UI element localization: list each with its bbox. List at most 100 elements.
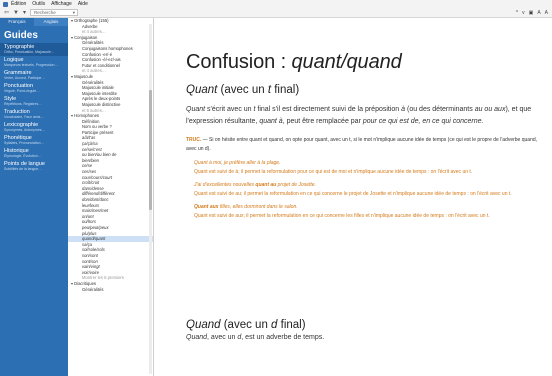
sidebar-guide-item[interactable]: Lexicographie Synonymes, Antonymes… — [0, 121, 68, 134]
tree-label: Conjugaisons homophones — [82, 45, 133, 51]
dropdown-chevron-icon[interactable]: ▾ — [23, 8, 26, 18]
guide-desc: Vocabulaire, Faux amis… — [4, 115, 44, 119]
tip-label: TRUC. — [186, 137, 202, 143]
section-title-quand: Quand (avec un d final) — [186, 319, 306, 331]
expand-caret-icon[interactable]: ▾ — [71, 35, 73, 40]
p1-d: final s'il est directement suivi de la p… — [255, 106, 402, 113]
tree-label: Conjugaison — [74, 34, 98, 40]
scroll-up-icon[interactable]: ^ — [516, 10, 518, 16]
guide-desc: Virgule, Point-virgule… — [4, 89, 40, 93]
tree-label: ces/ses — [82, 169, 97, 175]
guide-desc: Répétitions, Registres… — [4, 102, 42, 106]
tree-rows: ▾Orthographe (155) Adverbe et 4 autres… ▾Co… — [68, 18, 153, 292]
tree-label: Participe présent — [82, 129, 114, 135]
sidebar-guide-item[interactable]: Ponctuation Virgule, Point-virgule… — [0, 82, 68, 95]
sidebar-guide-item[interactable]: Traduction Vocabulaire, Faux amis… — [0, 108, 68, 121]
s2-em: Quand — [186, 319, 221, 331]
sidebar-title: Guides — [4, 30, 38, 41]
ex2-c: projet de Josette. — [276, 182, 316, 188]
sidebar-guide-item[interactable]: Historique Étymologie, Évolution… — [0, 147, 68, 160]
title-plain: Confusion : — [186, 51, 292, 73]
tree-item[interactable]: Généralités — [68, 287, 153, 293]
guide-desc: Subtilités de la langue… — [4, 167, 42, 171]
paragraph-quant: Quant s'écrit avec un t final s'il est d… — [186, 104, 541, 128]
menu-outils[interactable]: Outils — [32, 1, 45, 7]
sidebar-guide-item[interactable]: Phonétique Syllabes, Prononciation… — [0, 134, 68, 147]
guide-desc: Verbe, Accord, Participe… — [4, 76, 45, 80]
example-3-note: Quant est suivi de aux; il permet la ref… — [194, 212, 490, 219]
menu-aide[interactable]: Aide — [78, 1, 88, 7]
tree-label: Adverbe — [82, 23, 98, 29]
section-title-quant: Quant (avec un t final) — [186, 84, 541, 96]
search-input[interactable]: Recherche ▾ — [30, 9, 78, 16]
tree-label: Majuscule interdite — [82, 90, 117, 96]
font-size-small-icon[interactable]: A — [537, 10, 540, 16]
menu-edition[interactable]: Édition — [11, 1, 26, 7]
tree-label: voir/voire — [82, 269, 99, 275]
topic-tree: ▾Orthographe (155) Adverbe et 4 autres… ▾Co… — [68, 18, 154, 376]
sidebar-guide-item[interactable]: Style Répétitions, Registres… — [0, 95, 68, 108]
tree-label: et 4 autres… — [82, 68, 106, 74]
toolbar: ⇦ ▼ ▾ Recherche ▾ ^ v ▣ A A — [0, 8, 552, 18]
example-2-note: Quant est suivi de au; il permet la refo… — [194, 190, 512, 197]
tree-label: Après le deux-points — [82, 96, 121, 102]
tree-label: quand/quant — [82, 236, 106, 242]
s2-rest-b: final) — [277, 319, 306, 331]
example-2: J'ai d'excellentes nouvelles quant au pr… — [194, 181, 541, 190]
sidebar-guide-item[interactable]: Grammaire Verbe, Accord, Participe… — [0, 69, 68, 82]
tree-label: ce/se/c'est — [82, 146, 102, 152]
s1-rest-b: final) — [271, 84, 300, 96]
tree-label: peu/peut/peux — [82, 224, 109, 230]
tree-label: son/sont — [82, 252, 98, 258]
font-size-large-icon[interactable]: A — [545, 10, 548, 16]
tree-label: Homophones — [74, 113, 100, 119]
tab-anglais[interactable]: Anglais — [34, 18, 68, 26]
s1-rest-a: (avec un — [217, 84, 268, 96]
tree-scroll-thumb[interactable] — [149, 90, 152, 210]
scroll-down-icon[interactable]: v — [522, 10, 525, 16]
tip-box: TRUC. — Si on hésite entre quant et quan… — [186, 136, 541, 154]
expand-caret-icon[interactable]: ▾ — [71, 74, 73, 79]
tree-label: on/ont — [82, 213, 94, 219]
page-title: Confusion : quant/quand — [186, 51, 541, 74]
tree-label: Majuscule initiale — [82, 85, 114, 91]
guide-desc: Ortho, Ponctuation, Majuscule… — [4, 50, 55, 54]
tab-francais[interactable]: Français — [0, 18, 34, 26]
paragraph-quand: Quand, avec un d, est un adverbe de temp… — [186, 334, 324, 341]
p2-b: , avec un — [207, 334, 238, 341]
p1-a: Quant — [186, 106, 206, 113]
expand-caret-icon[interactable]: ▾ — [71, 18, 73, 23]
tree-label: sa/ça — [82, 241, 93, 247]
tree-label: Généralités — [82, 286, 104, 292]
search-dropdown-icon[interactable]: ▾ — [73, 10, 75, 15]
example-3: Quant aux filles, elles dormiront dans l… — [194, 203, 541, 212]
ex3-b: filles, elles dormiront dans le salon. — [218, 204, 298, 210]
expand-caret-icon[interactable]: ▾ — [71, 281, 73, 286]
filter-icon[interactable]: ▼ — [13, 8, 19, 18]
search-placeholder: Recherche — [34, 10, 56, 15]
expand-caret-icon[interactable]: ▾ — [71, 113, 73, 118]
layout-icon[interactable]: ▣ — [529, 10, 534, 16]
sidebar-guide-item[interactable]: Points de langue Subtilités de la langue… — [0, 160, 68, 173]
p1-f: (ou des déterminants — [405, 106, 475, 113]
sidebar-guide-item[interactable]: Typographie Ortho, Ponctuation, Majuscule… — [0, 43, 68, 56]
tree-label: Généralités — [82, 40, 104, 46]
sidebar-guide-item[interactable]: Logique Marqueurs textuels, Progression… — [0, 56, 68, 69]
tree-label: vain/vingt — [82, 264, 100, 270]
back-arrow-icon[interactable]: ⇦ — [4, 8, 9, 18]
examples: Quant à moi, je préfère aller à la plage… — [194, 159, 541, 220]
tree-label: sol/sole/sols — [82, 247, 105, 253]
guide-desc: Syllabes, Prononciation… — [4, 141, 45, 145]
view-tools: ^ v ▣ A A — [512, 8, 548, 18]
ex3-a: Quant aux — [194, 204, 219, 210]
tree-label: Définition — [82, 118, 100, 124]
example-1-note: Quant est suivi de à; il permet la refor… — [194, 168, 473, 175]
s2-rest-a: (avec un — [220, 319, 272, 331]
tree-label: et 6 autres… — [82, 107, 106, 113]
tip-text: — Si on hésite entre quant et quand, on … — [186, 137, 538, 152]
menu-affichage[interactable]: Affichage — [51, 1, 72, 7]
tree-label: différend/différent — [82, 191, 115, 197]
tree-label: Confusion -er/-é — [82, 51, 113, 57]
tree-label: Majuscule distinctive — [82, 101, 121, 107]
tree-label: Orthographe (155) — [74, 18, 109, 23]
